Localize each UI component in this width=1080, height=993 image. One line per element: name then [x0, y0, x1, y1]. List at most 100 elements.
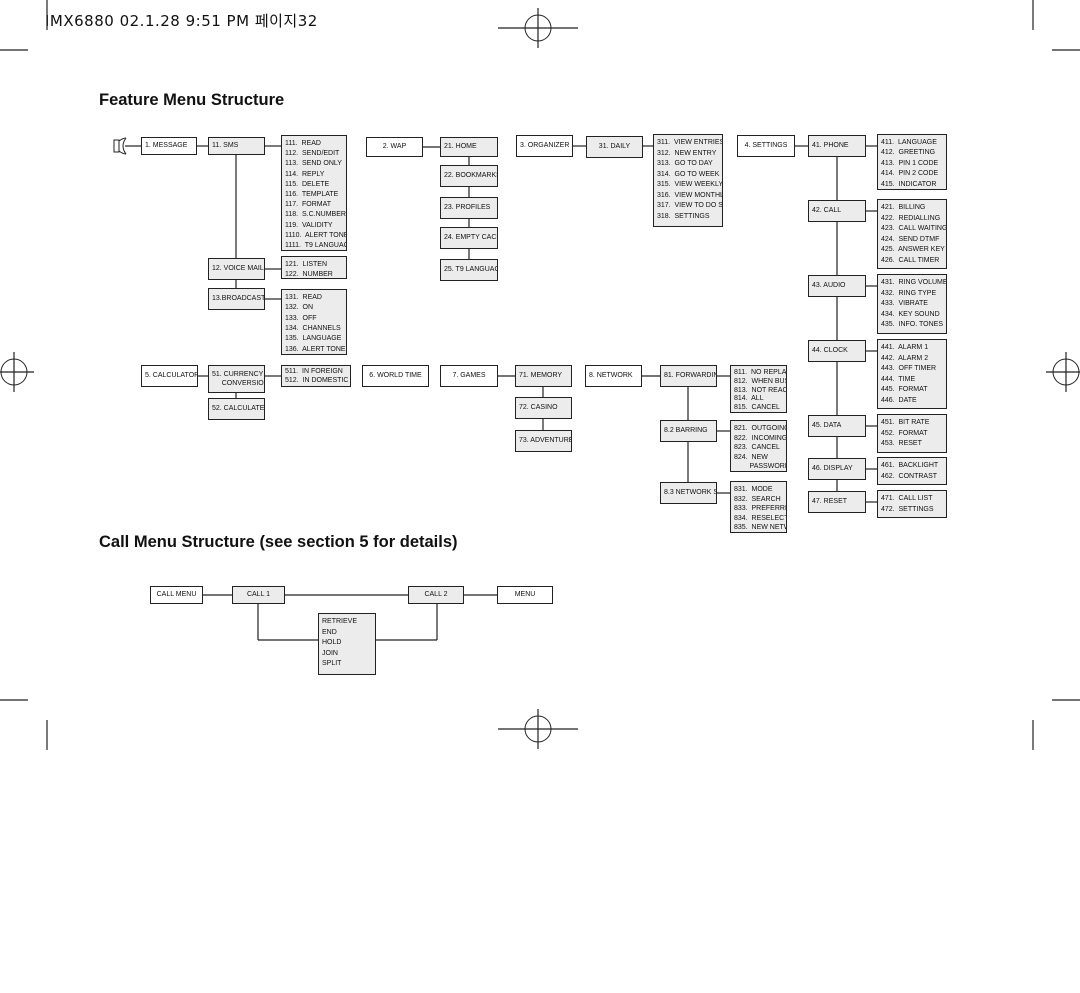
menu-item: RETRIEVE	[322, 618, 358, 625]
menu-box-bar-list: 821. OUTGOING 822. INCOMING 823. CANCEL 824…	[730, 420, 787, 472]
menu-box-bar: 8.2 BARRING	[660, 420, 717, 442]
menu-item: 311. VIEW ENTRIES	[657, 139, 723, 146]
menu-item: 2. WAP	[382, 143, 407, 151]
menu-box-opts: RETRIEVE END HOLD JOIN SPLIT	[318, 613, 376, 675]
menu-item: 72. CASINO	[519, 404, 558, 412]
menu-box-calc52: 52. CALCULATE	[208, 398, 265, 420]
menu-item: 25. T9 LANGUAGE	[444, 266, 497, 274]
menu-item: 312. NEW ENTRY	[657, 149, 717, 157]
menu-item: 8.2 BARRING	[664, 427, 708, 435]
menu-item: CALL 1	[246, 591, 271, 599]
menu-item: 41. PHONE	[812, 142, 849, 150]
menu-box-c1: CALL 1	[232, 586, 285, 604]
menu-box-wap: 2. WAP	[366, 137, 423, 157]
menu-item: 512. IN DOMESTIC	[285, 377, 349, 384]
menu-item: 4. SETTINGS	[744, 142, 788, 150]
menu-item: 823. CANCEL	[734, 444, 780, 452]
menu-item: 13.BROADCAST	[212, 295, 265, 303]
menu-item: 835. NEW NETWORK	[734, 524, 786, 532]
menu-box-disp: 46. DISPLAY	[808, 458, 866, 480]
menu-item: 1111. T9 LANGUAGE	[285, 241, 347, 249]
menu-item: 3. ORGANIZER	[520, 142, 570, 150]
menu-item: 45. DATA	[812, 422, 842, 430]
menu-item: 834. RESELECT	[734, 514, 787, 522]
menu-box-net: 8. NETWORK	[585, 365, 642, 387]
menu-item: 814. ALL	[734, 395, 764, 403]
menu-item: HOLD	[322, 639, 342, 646]
menu-item: 118. S.C.NUMBER	[285, 211, 346, 219]
menu-box-disp-list: 461. BACKLIGHT 462. CONTRAST	[877, 457, 947, 485]
menu-box-vm-list: 121. LISTEN 122. NUMBER	[281, 256, 347, 279]
menu-item: 313. GO TO DAY	[657, 160, 713, 167]
menu-item: 425. ANSWER KEY	[881, 246, 945, 253]
menu-item: 821. OUTGOING	[734, 425, 787, 432]
menu-item: 315. VIEW WEEKLY	[657, 181, 723, 188]
phone-icon	[113, 137, 127, 155]
menu-item: END	[322, 628, 337, 636]
menu-box-audio: 43. AUDIO	[808, 275, 866, 297]
menu-item: 422. REDIALLING	[881, 214, 941, 222]
menu-box-mem: 71. MEMORY	[515, 365, 572, 387]
menu-item: 423. CALL WAITING	[881, 225, 947, 232]
menu-item: 811. NO REPLAY	[734, 369, 787, 376]
menu-item: CALL 2	[424, 591, 448, 599]
menu-item: 52. CALCULATE	[212, 405, 265, 413]
document-page: IMX6880 02.1.28 9:51 PM 페이지32 Feature Me…	[0, 0, 1080, 993]
menu-item: 22. BOOKMARKS	[444, 172, 498, 180]
menu-item: 11. SMS	[212, 142, 239, 150]
menu-item: PASSWORD	[734, 463, 787, 471]
menu-item: 471. CALL LIST	[881, 495, 933, 502]
menu-item: 314. GO TO WEEK	[657, 170, 720, 178]
menu-box-phone-list: 411. LANGUAGE 412. GREETING 413. PIN 1 COD…	[877, 134, 947, 190]
menu-item: 115. DELETE	[285, 180, 330, 188]
menu-item: 441. ALARM 1	[881, 344, 929, 351]
menu-box-clock-list: 441. ALARM 1 442. ALARM 2 443. OFF TIMER 44…	[877, 339, 947, 409]
menu-box-vm: 12. VOICE MAIL	[208, 258, 265, 280]
menu-item: 121. LISTEN	[285, 261, 328, 268]
menu-box-adv: 73. ADVENTURE	[515, 430, 572, 452]
menu-box-clock: 44. CLOCK	[808, 340, 866, 362]
menu-item: 414. PIN 2 CODE	[881, 170, 939, 178]
menu-item: 812. WHEN BUSY	[734, 377, 786, 385]
menu-item: 51. CURRENCY	[212, 371, 264, 378]
menu-box-daily-list: 311. VIEW ENTRIES 312. NEW ENTRY 313. GO T…	[653, 134, 723, 227]
menu-item: 316. VIEW MONTHLY	[657, 191, 723, 199]
menu-item: 47. RESET	[812, 498, 848, 506]
menu-item: CALL MENU	[156, 591, 197, 599]
menu-item: 511. IN FOREIGN	[285, 368, 343, 375]
menu-box-cur-list: 511. IN FOREIGN 512. IN DOMESTIC	[281, 365, 351, 387]
menu-box-cm: CALL MENU	[150, 586, 203, 604]
menu-item: 81. FORWARDING	[664, 372, 716, 380]
menu-item: 24. EMPTY CACHE	[444, 234, 497, 242]
menu-item: 424. SEND DTMF	[881, 235, 940, 243]
menu-box-cache: 24. EMPTY CACHE	[440, 227, 498, 249]
menu-item: 421. BILLING	[881, 204, 926, 211]
menu-item: CONVERSION	[212, 380, 265, 387]
menu-item: 6. WORLD TIME	[369, 372, 422, 380]
menu-item: 317. VIEW TO DO S	[657, 202, 723, 209]
menu-item: 442. ALARM 2	[881, 354, 929, 362]
menu-box-menu: MENU	[497, 586, 553, 604]
menu-item: 134. CHANNELS	[285, 324, 341, 332]
menu-box-fwd-list: 811. NO REPLAY812. WHEN BUSY813. NOT REA…	[730, 365, 787, 413]
menu-box-casino: 72. CASINO	[515, 397, 572, 419]
menu-item: 432. RING TYPE	[881, 289, 937, 297]
menu-item: 5. CALCULATOR	[145, 372, 198, 380]
menu-box-t9: 25. T9 LANGUAGE	[440, 259, 498, 281]
menu-item: 434. KEY SOUND	[881, 310, 940, 318]
menu-item: 415. INDICATOR	[881, 180, 937, 188]
menu-item: 131. READ	[285, 294, 322, 301]
menu-item: 111. READ	[285, 140, 321, 147]
menu-item: 461. BACKLIGHT	[881, 462, 939, 469]
menu-box-bc: 13.BROADCAST	[208, 288, 265, 310]
menu-box-data-list: 451. BIT RATE 452. FORMAT 453. RESET	[877, 414, 947, 453]
menu-item: 472. SETTINGS	[881, 505, 934, 513]
menu-box-org: 3. ORGANIZER	[516, 135, 573, 157]
menu-box-reset: 47. RESET	[808, 491, 866, 513]
menu-item: 8. NETWORK	[589, 372, 633, 380]
menu-item: 135. LANGUAGE	[285, 335, 342, 343]
menu-item: 117. FORMAT	[285, 201, 332, 209]
menu-item: 122. NUMBER	[285, 270, 333, 278]
menu-box-prof: 23. PROFILES	[440, 197, 498, 219]
menu-item: 114. REPLY	[285, 170, 325, 178]
